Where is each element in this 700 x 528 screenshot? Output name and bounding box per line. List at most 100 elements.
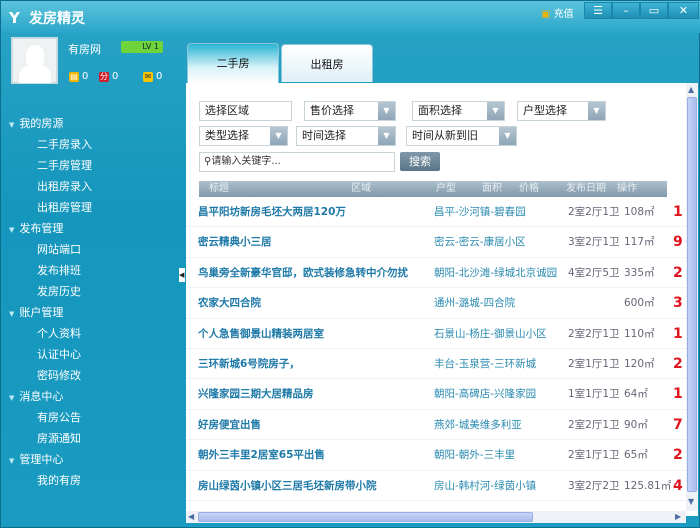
sidebar-item[interactable]: 二手房录入 (1, 134, 183, 155)
table-row[interactable]: 密云精典小三居 密云-密云-康居小区 3室2厅1卫 117㎡ 9 (186, 227, 686, 258)
chevron-down-icon: ▼ (9, 226, 15, 234)
coins-stat[interactable]: ▤ 0 (69, 71, 88, 82)
chevron-down-icon: ▼ (499, 127, 516, 145)
listing-price: 7 (673, 416, 683, 433)
table-row[interactable]: 房山绿茵小镇小区三居毛坯新房带小院 房山-韩村河-绿茵小镇 3室2厅2卫 125.81… (186, 471, 686, 501)
messages-value: 0 (156, 71, 163, 82)
recharge-button[interactable]: ▣ 充值 (541, 5, 574, 20)
chevron-down-icon: ▼ (378, 127, 395, 145)
sidebar-group[interactable]: ▼ 我的房源 (1, 113, 183, 134)
close-button[interactable]: ✕ (668, 2, 699, 19)
table-row[interactable]: 个人急售御景山精装两居室 石景山-杨庄-御景山小区 2室2厅1卫 110㎡ 1 (186, 319, 686, 349)
horizontal-scrollbar[interactable]: ◀ ▶ (186, 511, 686, 523)
sidebar-item[interactable]: 认证中心 (1, 344, 183, 365)
col-date[interactable]: 发布日期 (566, 181, 606, 197)
sidebar-item[interactable]: 个人资料 (1, 323, 183, 344)
avatar[interactable] (11, 37, 58, 84)
scroll-right-icon[interactable]: ▶ (675, 512, 681, 521)
sidebar-group[interactable]: ▼ 账户管理 (1, 302, 183, 323)
scroll-left-icon[interactable]: ◀ (188, 512, 194, 521)
chevron-down-icon: ▼ (487, 102, 504, 120)
tab-second-hand[interactable]: 二手房 (187, 43, 279, 83)
table-row[interactable]: 三环新城6号院房子， 丰台-玉泉营-三环新城 2室1厅1卫 120㎡ 2 (186, 349, 686, 380)
points-value: 0 (112, 71, 119, 82)
sidebar-item[interactable]: 有房公告 (1, 407, 183, 428)
minimize-button[interactable]: – (612, 2, 640, 19)
chevron-down-icon: ▼ (9, 121, 15, 129)
listing-region: 昌平-沙河镇-碧春园 (434, 206, 526, 218)
table-row[interactable]: 昌平阳坊新房毛坯大两居120万 昌平-沙河镇-碧春园 2室2厅1卫 108㎡ 1 (186, 197, 686, 228)
sidebar-item[interactable]: 出租房管理 (1, 197, 183, 218)
sidebar-item[interactable]: 发布排班 (1, 260, 183, 281)
col-layout[interactable]: 户型 (436, 181, 456, 197)
col-action[interactable]: 操作 (617, 181, 637, 197)
search-button[interactable]: 搜索 (400, 152, 440, 171)
menu-button[interactable]: ☰ (584, 2, 612, 19)
vertical-scroll-thumb[interactable] (687, 97, 697, 492)
table-row[interactable]: 朝外三丰里2居室65平出售 朝阳-朝外-三丰里 2室1厅1卫 65㎡ 2 (186, 440, 686, 471)
table-row[interactable]: 好房便宜出售 燕郊-城美维多利亚 2室2厅1卫 90㎡ 7 (186, 410, 686, 441)
vertical-scrollbar[interactable]: ▲ ▼ (686, 83, 698, 511)
col-price[interactable]: 价格 (519, 181, 539, 197)
horizontal-scroll-thumb[interactable] (198, 512, 533, 522)
time-select[interactable]: 时间选择 ▼ (296, 126, 396, 146)
app-title: 发房精灵 (29, 11, 85, 27)
col-region[interactable]: 区域 (351, 181, 371, 197)
listing-title-link[interactable]: 兴隆家园三期大居精品房 (198, 379, 314, 409)
points-stat[interactable]: 分0 (99, 71, 118, 82)
tab-rental[interactable]: 出租房 (281, 44, 373, 82)
listing-region: 丰台-玉泉营-三环新城 (434, 357, 537, 370)
listing-title-link[interactable]: 房山绿茵小镇小区三居毛坯新房带小院 (198, 471, 377, 501)
chevron-down-icon: ▼ (9, 457, 15, 465)
listing-title-link[interactable]: 三环新城6号院房子， (198, 349, 300, 379)
app-logo-icon: Y (9, 9, 20, 27)
price-select-label: 售价选择 (310, 104, 354, 117)
table-row[interactable]: 农家大四合院 通州-潞城-四合院 600㎡ 3 (186, 288, 686, 319)
messages-stat[interactable]: ✉ 0 (143, 71, 162, 82)
listing-price: 2 (673, 447, 683, 464)
sidebar-group[interactable]: ▼ 发布管理 (1, 218, 183, 239)
listing-price: 3 (673, 295, 683, 312)
sidebar-item[interactable]: 房源通知 (1, 428, 183, 449)
table-row[interactable]: 鸟巢旁全新豪华官邸，欧式装修急转中介勿扰 朝阳-北沙滩-绿城北京诚园 4室2厅5卫 3… (186, 258, 686, 289)
listing-size: 125.81㎡ (624, 479, 672, 492)
listing-title-link[interactable]: 鸟巢旁全新豪华官邸，欧式装修急转中介勿扰 (198, 258, 408, 288)
scroll-down-icon[interactable]: ▼ (688, 497, 694, 506)
price-select[interactable]: 售价选择 ▼ (304, 101, 396, 121)
chevron-down-icon: ▼ (270, 127, 287, 145)
region-select[interactable]: 选择区域 (199, 101, 292, 121)
area-select[interactable]: 面积选择 ▼ (412, 101, 505, 121)
table-row[interactable]: 兴隆家园三期大居精品房 朝阳-高碑店-兴隆家园 1室1厅1卫 64㎡ 1 (186, 379, 686, 410)
listing-region: 朝阳-高碑店-兴隆家园 (434, 388, 537, 401)
sidebar-item[interactable]: 我的有房 (1, 470, 183, 491)
listing-title-link[interactable]: 个人急售御景山精装两居室 (198, 319, 324, 349)
listing-title-link[interactable]: 好房便宜出售 (198, 410, 261, 440)
listing-title-link[interactable]: 密云精典小三居 (198, 227, 272, 257)
listing-size: 65㎡ (624, 449, 648, 462)
sort-select[interactable]: 时间从新到旧 ▼ (406, 126, 517, 146)
type-select[interactable]: 类型选择 ▼ (199, 126, 288, 146)
sidebar: ▼ 我的房源 二手房录入 二手房管理 出租房录入 出租房管理 ▼ 发布管理 网站端口 发布排班 发房… (1, 113, 183, 491)
sidebar-item[interactable]: 发房历史 (1, 281, 183, 302)
sidebar-group[interactable]: ▼ 消息中心 (1, 386, 183, 407)
sidebar-item[interactable]: 网站端口 (1, 239, 183, 260)
sidebar-group[interactable]: ▼ 管理中心 (1, 449, 183, 470)
search-input[interactable]: ⚲请输入关键字... (199, 152, 395, 172)
username: 有房网 (68, 43, 101, 56)
col-size[interactable]: 面积 (482, 181, 502, 197)
layout-select[interactable]: 户型选择 ▼ (517, 101, 606, 121)
sidebar-item[interactable]: 出租房录入 (1, 176, 183, 197)
listing-size: 120㎡ (624, 357, 655, 370)
sidebar-item[interactable]: 密码修改 (1, 365, 183, 386)
listing-size: 117㎡ (624, 236, 655, 249)
scroll-up-icon[interactable]: ▲ (688, 85, 694, 94)
listing-region: 朝阳-朝外-三丰里 (434, 449, 516, 462)
listing-title-link[interactable]: 昌平阳坊新房毛坯大两居120万 (198, 197, 346, 227)
maximize-button[interactable]: ▭ (640, 2, 668, 19)
col-title[interactable]: 标题 (209, 181, 229, 197)
coins-value: 0 (82, 71, 89, 82)
sidebar-item[interactable]: 二手房管理 (1, 155, 183, 176)
listing-title-link[interactable]: 农家大四合院 (198, 288, 261, 318)
collapse-sidebar-button[interactable]: ◀ (179, 268, 185, 282)
listing-title-link[interactable]: 朝外三丰里2居室65平出售 (198, 440, 325, 470)
